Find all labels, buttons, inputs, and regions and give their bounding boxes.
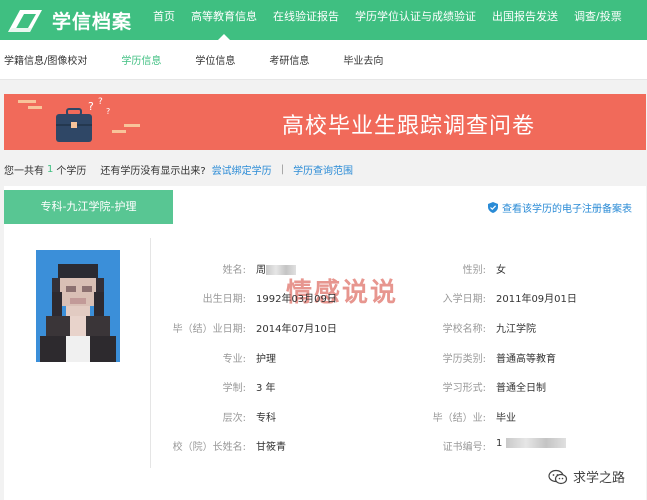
svg-text:?: ? (88, 100, 94, 113)
page: 学信档案 首页 高等教育信息 在线验证报告 学历学位认证与成绩验证 出国报告发送… (0, 0, 647, 500)
logo-text: 学信档案 (52, 10, 133, 33)
nav-item-higher-education[interactable]: 高等教育信息 (183, 0, 265, 40)
label-education-type: 学历类别: (442, 354, 486, 365)
subnav-item-degree-info[interactable]: 学位信息 (178, 52, 252, 67)
value-enrollment-date: 2011年09月01日 (496, 294, 577, 305)
label-enrollment-date: 入学日期: (442, 294, 486, 305)
svg-text:?: ? (98, 97, 103, 107)
sub-nav: 学籍信息/图像校对 学历信息 学位信息 考研信息 毕业去向 (0, 40, 647, 80)
svg-text:?: ? (106, 107, 110, 116)
label-certificate-number: 证书编号: (442, 442, 486, 453)
count-prefix: 您一共有 (4, 165, 44, 177)
label-gender: 性别: (462, 265, 486, 276)
label-president: 校（院）长姓名: (172, 442, 246, 453)
value-graduation-date: 2014年07月10日 (256, 324, 337, 335)
shield-icon (488, 202, 498, 213)
nav-item-abroad-report[interactable]: 出国报告发送 (484, 0, 566, 40)
value-duration: 3 年 (256, 383, 276, 394)
label-study-form: 学习形式: (442, 383, 486, 394)
subnav-item-status-info[interactable]: 学籍信息/图像校对 (0, 52, 104, 67)
top-nav-items: 首页 高等教育信息 在线验证报告 学历学位认证与成绩验证 出国报告发送 调查/投… (145, 0, 630, 40)
label-duration: 学制: (222, 383, 246, 394)
degree-count: 1 (47, 163, 54, 175)
label-school-name: 学校名称: (442, 324, 486, 335)
bind-degree-link[interactable]: 尝试绑定学历 (212, 162, 272, 177)
value-study-form: 普通全日制 (496, 383, 546, 394)
top-nav: 学信档案 首页 高等教育信息 在线验证报告 学历学位认证与成绩验证 出国报告发送… (0, 0, 647, 40)
subnav-item-degree-record[interactable]: 学历信息 (104, 52, 178, 67)
degree-tab[interactable]: 专科-九江学院-护理 (4, 190, 173, 224)
value-name: 周 (256, 261, 296, 276)
wechat-icon (548, 469, 568, 484)
separator: | (280, 163, 285, 175)
label-major: 专业: (222, 354, 246, 365)
briefcase-illustration-icon: ? ? ? (18, 97, 140, 142)
value-gender: 女 (496, 265, 506, 276)
nav-item-online-report[interactable]: 在线验证报告 (265, 0, 347, 40)
student-photo (36, 250, 120, 362)
divider (150, 238, 151, 468)
missing-question: 还有学历没有显示出来? (100, 165, 206, 177)
survey-banner[interactable]: ? ? ? 高校毕业生跟踪调查问卷 (4, 94, 646, 150)
degree-record-card: 专科-九江学院-护理 查看该学历的电子注册备案表 情感说说 姓名: 周 出生日期… (4, 186, 646, 500)
value-school-name: 九江学院 (496, 324, 536, 335)
value-level: 专科 (256, 413, 276, 424)
register-link-text: 查看该学历的电子注册备案表 (502, 204, 632, 215)
value-graduation-status: 毕业 (496, 413, 516, 424)
portrait-image-icon (36, 250, 120, 362)
subnav-item-graduate-destination[interactable]: 毕业去向 (326, 52, 400, 67)
label-name: 姓名: (222, 265, 246, 276)
wechat-watermark: 求学之路 (548, 467, 625, 486)
value-major: 护理 (256, 354, 276, 365)
logo[interactable]: 学信档案 (0, 0, 145, 40)
subnav-item-exam-info[interactable]: 考研信息 (252, 52, 326, 67)
degree-count-line: 您一共有 1 个学历 还有学历没有显示出来? 尝试绑定学历 | 学历查询范围 (4, 160, 353, 178)
nav-item-certification[interactable]: 学历学位认证与成绩验证 (347, 0, 484, 40)
banner-title: 高校毕业生跟踪调查问卷 (282, 114, 536, 139)
value-certificate-number: 1 (496, 438, 567, 449)
watermark-text: 求学之路 (572, 471, 625, 486)
value-education-type: 普通高等教育 (496, 354, 556, 365)
register-record-link[interactable]: 查看该学历的电子注册备案表 (488, 200, 632, 215)
book-logo-icon (8, 10, 42, 32)
label-graduation-date: 毕（结）业日期: (172, 324, 246, 335)
nav-item-survey[interactable]: 调查/投票 (566, 0, 630, 40)
query-range-link[interactable]: 学历查询范围 (293, 162, 353, 177)
label-birth-date: 出生日期: (202, 294, 246, 305)
nav-item-home[interactable]: 首页 (145, 0, 183, 40)
label-level: 层次: (222, 413, 246, 424)
value-president: 甘筱青 (256, 442, 286, 453)
value-birth-date: 1992年03月09日 (256, 294, 337, 305)
count-suffix: 个学历 (56, 165, 87, 177)
label-graduation-status: 毕（结）业: (432, 413, 486, 424)
